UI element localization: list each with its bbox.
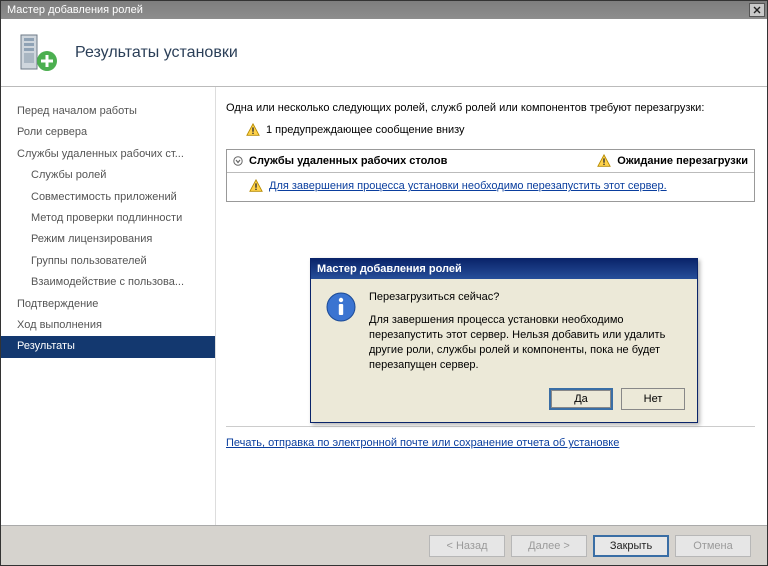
dialog-body: Перезагрузиться сейчас? Для завершения п… bbox=[311, 279, 697, 382]
next-button: Далее > bbox=[511, 535, 587, 557]
sidebar-item-2[interactable]: Службы удаленных рабочих ст... bbox=[1, 144, 215, 165]
restart-dialog: Мастер добавления ролей Перезагрузиться … bbox=[310, 258, 698, 423]
sidebar-item-7[interactable]: Группы пользователей bbox=[1, 251, 215, 272]
sidebar-item-5[interactable]: Метод проверки подлинности bbox=[1, 208, 215, 229]
warning-icon bbox=[246, 123, 260, 137]
report-link[interactable]: Печать, отправка по электронной почте ил… bbox=[226, 437, 619, 449]
footer: < Назад Далее > Закрыть Отмена bbox=[1, 525, 767, 565]
sidebar-item-11[interactable]: Результаты bbox=[1, 336, 215, 357]
warning-icon bbox=[249, 179, 263, 193]
page-title: Результаты установки bbox=[75, 44, 238, 62]
role-state: Ожидание перезагрузки bbox=[617, 155, 748, 167]
header: Результаты установки bbox=[1, 19, 767, 87]
cancel-button: Отмена bbox=[675, 535, 751, 557]
sidebar-item-8[interactable]: Взаимодействие с пользова... bbox=[1, 272, 215, 293]
intro-text: Одна или несколько следующих ролей, служ… bbox=[226, 101, 755, 115]
no-button[interactable]: Нет bbox=[621, 388, 685, 410]
server-role-icon bbox=[17, 31, 61, 75]
warning-count-text: 1 предупреждающее сообщение внизу bbox=[266, 124, 465, 136]
collapse-icon bbox=[233, 156, 243, 166]
warning-summary: 1 предупреждающее сообщение внизу bbox=[246, 123, 755, 137]
close-icon bbox=[753, 6, 761, 14]
sidebar-item-3[interactable]: Службы ролей bbox=[1, 165, 215, 186]
window-close-button[interactable] bbox=[749, 3, 765, 17]
status-message-row: Для завершения процесса установки необхо… bbox=[227, 173, 754, 201]
warning-icon bbox=[597, 154, 611, 168]
sidebar-item-4[interactable]: Совместимость приложений bbox=[1, 187, 215, 208]
sidebar-item-6[interactable]: Режим лицензирования bbox=[1, 229, 215, 250]
dialog-question: Перезагрузиться сейчас? bbox=[369, 291, 683, 303]
sidebar-item-1[interactable]: Роли сервера bbox=[1, 122, 215, 143]
status-header[interactable]: Службы удаленных рабочих столов Ожидание… bbox=[227, 150, 754, 173]
sidebar-item-0[interactable]: Перед началом работы bbox=[1, 101, 215, 122]
close-button[interactable]: Закрыть bbox=[593, 535, 669, 557]
status-message-link[interactable]: Для завершения процесса установки необхо… bbox=[269, 180, 667, 192]
status-right: Ожидание перезагрузки bbox=[597, 154, 748, 168]
role-name: Службы удаленных рабочих столов bbox=[249, 155, 447, 167]
status-box: Службы удаленных рабочих столов Ожидание… bbox=[226, 149, 755, 202]
titlebar: Мастер добавления ролей bbox=[1, 1, 767, 19]
dialog-title: Мастер добавления ролей bbox=[311, 259, 697, 279]
dialog-text: Перезагрузиться сейчас? Для завершения п… bbox=[369, 291, 683, 372]
info-icon bbox=[325, 291, 357, 323]
sidebar: Перед началом работыРоли сервераСлужбы у… bbox=[1, 87, 215, 525]
dialog-footer: Да Нет bbox=[311, 382, 697, 422]
window-title: Мастер добавления ролей bbox=[7, 4, 143, 16]
back-button: < Назад bbox=[429, 535, 505, 557]
yes-button[interactable]: Да bbox=[549, 388, 613, 410]
sidebar-item-9[interactable]: Подтверждение bbox=[1, 294, 215, 315]
sidebar-item-10[interactable]: Ход выполнения bbox=[1, 315, 215, 336]
dialog-message: Для завершения процесса установки необхо… bbox=[369, 313, 683, 372]
